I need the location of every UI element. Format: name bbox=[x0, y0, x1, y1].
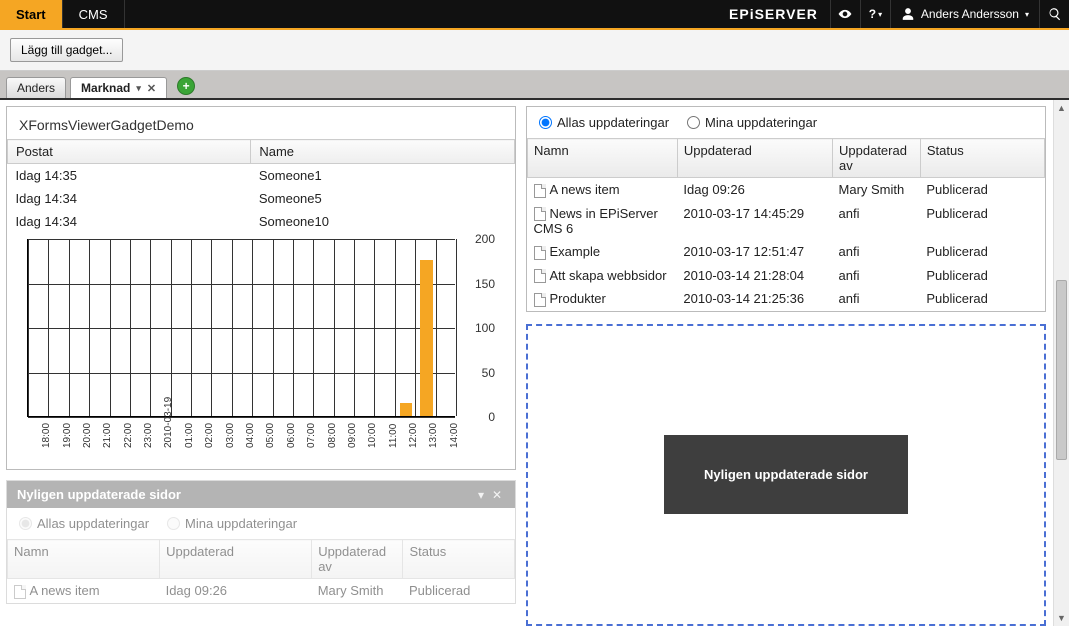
y-tick-label: 100 bbox=[475, 321, 495, 335]
gadget-header[interactable]: Nyligen uppdaterade sidor ▾ ✕ bbox=[7, 481, 515, 508]
x-tick-label: 22:00 bbox=[123, 423, 134, 448]
tab-anders[interactable]: Anders bbox=[6, 77, 66, 98]
updates-table: Namn Uppdaterad Uppdaterad av Status A n… bbox=[527, 138, 1045, 311]
tab-label: Marknad bbox=[81, 81, 130, 95]
tab-label: Anders bbox=[17, 81, 55, 95]
drag-ghost: Nyligen uppdaterade sidor bbox=[664, 435, 908, 514]
page-icon bbox=[534, 293, 546, 307]
user-name: Anders Andersson bbox=[921, 7, 1019, 21]
topbar: Start CMS EPiSERVER ?▾ Anders Andersson … bbox=[0, 0, 1069, 30]
topnav-cms[interactable]: CMS bbox=[63, 0, 125, 28]
x-tick-label: 08:00 bbox=[327, 423, 338, 448]
bar-chart: 05010015020018:0019:0020:0021:0022:0023:… bbox=[17, 239, 505, 459]
x-tick-label: 06:00 bbox=[286, 423, 297, 448]
chart-bar bbox=[420, 260, 432, 416]
col-status[interactable]: Status bbox=[920, 139, 1044, 178]
page-icon bbox=[534, 184, 546, 198]
content-area: XFormsViewerGadgetDemo Postat Name Idag … bbox=[0, 100, 1069, 626]
recent-updates-gadget-dragging: Nyligen uppdaterade sidor ▾ ✕ Allas uppd… bbox=[6, 480, 516, 604]
scroll-thumb[interactable] bbox=[1056, 280, 1067, 460]
filter-all-radio[interactable]: Allas uppdateringar bbox=[19, 516, 149, 531]
page-icon bbox=[14, 585, 26, 599]
tab-marknad[interactable]: Marknad ▾ ✕ bbox=[70, 77, 167, 98]
x-tick-label: 04:00 bbox=[245, 423, 256, 448]
page-icon bbox=[534, 246, 546, 260]
col-name[interactable]: Name bbox=[251, 140, 515, 164]
x-tick-label: 18:00 bbox=[41, 423, 52, 448]
x-tick-label: 21:00 bbox=[102, 423, 113, 448]
gadget-dropzone[interactable]: Nyligen uppdaterade sidor bbox=[526, 324, 1046, 626]
x-tick-label: 19:00 bbox=[62, 423, 73, 448]
brand-logo: EPiSERVER bbox=[717, 0, 830, 28]
toolbar: Lägg till gadget... bbox=[0, 30, 1069, 71]
dashboard-tabstrip: Anders Marknad ▾ ✕ + bbox=[0, 71, 1069, 100]
x-tick-label: 09:00 bbox=[347, 423, 358, 448]
x-tick-label: 01:00 bbox=[184, 423, 195, 448]
x-tick-label: 2010-03-19 bbox=[163, 397, 174, 448]
table-row: Idag 14:34Someone5 bbox=[8, 187, 515, 210]
user-menu[interactable]: Anders Andersson ▾ bbox=[890, 0, 1039, 28]
help-icon[interactable]: ?▾ bbox=[860, 0, 890, 28]
chevron-down-icon[interactable]: ▾ bbox=[473, 488, 489, 502]
topnav-start[interactable]: Start bbox=[0, 0, 63, 28]
x-tick-label: 20:00 bbox=[82, 423, 93, 448]
scroll-up-arrow[interactable]: ▲ bbox=[1054, 100, 1069, 116]
y-tick-label: 150 bbox=[475, 277, 495, 291]
page-icon bbox=[534, 269, 546, 283]
table-row[interactable]: Produkter2010-03-14 21:25:36anfiPublicer… bbox=[528, 287, 1045, 311]
y-tick-label: 50 bbox=[482, 366, 495, 380]
gadget-title: XFormsViewerGadgetDemo bbox=[7, 107, 515, 139]
eye-icon[interactable] bbox=[830, 0, 860, 28]
x-tick-label: 13:00 bbox=[428, 423, 439, 448]
add-tab-button[interactable]: + bbox=[177, 77, 195, 95]
scroll-down-arrow[interactable]: ▼ bbox=[1054, 610, 1069, 626]
chevron-down-icon[interactable]: ▾ bbox=[136, 83, 141, 94]
filter-all-radio[interactable]: Allas uppdateringar bbox=[539, 115, 669, 130]
add-gadget-button[interactable]: Lägg till gadget... bbox=[10, 38, 123, 62]
chart-bar bbox=[400, 403, 412, 416]
filter-mine-radio[interactable]: Mina uppdateringar bbox=[167, 516, 297, 531]
y-tick-label: 0 bbox=[488, 410, 495, 424]
col-updated[interactable]: Uppdaterad bbox=[677, 139, 832, 178]
xforms-table: Postat Name Idag 14:35Someone1 Idag 14:3… bbox=[7, 139, 515, 233]
x-tick-label: 02:00 bbox=[204, 423, 215, 448]
x-tick-label: 12:00 bbox=[408, 423, 419, 448]
close-icon[interactable]: ✕ bbox=[489, 488, 505, 502]
table-row: Idag 14:35Someone1 bbox=[8, 164, 515, 188]
table-row[interactable]: Example2010-03-17 12:51:47anfiPublicerad bbox=[528, 240, 1045, 264]
search-icon[interactable] bbox=[1039, 0, 1069, 28]
page-icon bbox=[534, 207, 546, 221]
x-tick-label: 07:00 bbox=[306, 423, 317, 448]
y-tick-label: 200 bbox=[475, 232, 495, 246]
col-postat[interactable]: Postat bbox=[8, 140, 251, 164]
x-tick-label: 11:00 bbox=[388, 424, 399, 448]
user-icon bbox=[901, 7, 915, 21]
xforms-gadget: XFormsViewerGadgetDemo Postat Name Idag … bbox=[6, 106, 516, 470]
close-icon[interactable]: ✕ bbox=[147, 82, 156, 95]
x-tick-label: 10:00 bbox=[367, 423, 378, 448]
table-row: A news item Idag 09:26 Mary Smith Public… bbox=[8, 579, 515, 603]
gadget-header-title: Nyligen uppdaterade sidor bbox=[17, 487, 473, 502]
table-row: Idag 14:34Someone10 bbox=[8, 210, 515, 233]
col-by[interactable]: Uppdaterad av bbox=[833, 139, 921, 178]
updates-panel: Allas uppdateringar Mina uppdateringar N… bbox=[526, 106, 1046, 312]
table-row[interactable]: Att skapa webbsidor2010-03-14 21:28:04an… bbox=[528, 264, 1045, 288]
x-tick-label: 03:00 bbox=[225, 423, 236, 448]
table-row[interactable]: News in EPiServer CMS 62010-03-17 14:45:… bbox=[528, 202, 1045, 241]
col-name[interactable]: Namn bbox=[528, 139, 678, 178]
vertical-scrollbar[interactable]: ▲ ▼ bbox=[1053, 100, 1069, 626]
x-tick-label: 05:00 bbox=[265, 423, 276, 448]
x-tick-label: 23:00 bbox=[143, 423, 154, 448]
table-row[interactable]: A news itemIdag 09:26Mary SmithPublicera… bbox=[528, 178, 1045, 202]
filter-mine-radio[interactable]: Mina uppdateringar bbox=[687, 115, 817, 130]
x-tick-label: 14:00 bbox=[449, 423, 460, 448]
